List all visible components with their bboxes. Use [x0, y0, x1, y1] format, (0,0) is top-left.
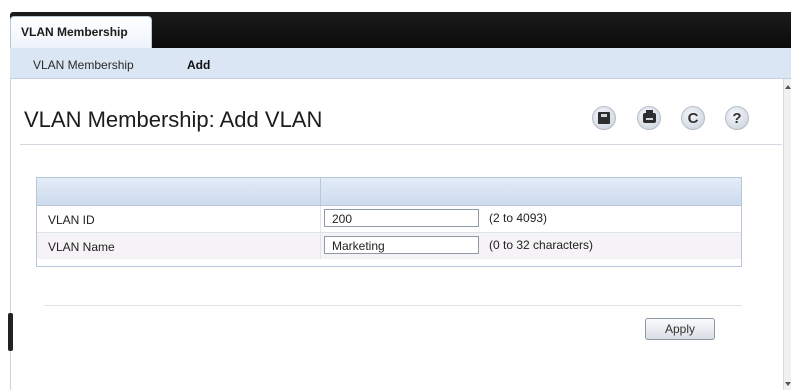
sub-navigation: VLAN Membership Add	[10, 48, 791, 79]
panel-resize-handle[interactable]	[8, 313, 13, 351]
save-icon	[598, 112, 610, 124]
scroll-down-icon[interactable]	[785, 382, 791, 386]
subnav-item-vlan-membership[interactable]: VLAN Membership	[33, 58, 134, 72]
refresh-icon: C	[687, 109, 699, 127]
vertical-scrollbar[interactable]	[783, 79, 791, 390]
print-button[interactable]	[637, 106, 661, 130]
vlan-id-range-hint: (2 to 4093)	[489, 211, 548, 225]
page-title: VLAN Membership: Add VLAN	[24, 107, 323, 132]
form-footer-divider	[44, 305, 742, 306]
vlan-id-label: VLAN ID	[48, 213, 95, 227]
vlan-form-table: VLAN ID (2 to 4093) VLAN Name (0 to 32 c…	[36, 177, 742, 267]
window-top-strip	[0, 0, 791, 12]
vlan-name-length-hint: (0 to 32 characters)	[489, 238, 594, 252]
help-button[interactable]: ?	[725, 106, 749, 130]
table-header	[37, 178, 741, 206]
tab-vlan-membership[interactable]: VLAN Membership	[10, 16, 152, 48]
vlan-name-input[interactable]	[324, 236, 479, 254]
header-divider	[320, 178, 321, 205]
print-icon	[642, 110, 656, 123]
apply-button[interactable]: Apply	[645, 318, 715, 340]
save-button[interactable]	[592, 106, 616, 130]
scroll-up-icon[interactable]	[785, 85, 791, 89]
column-divider	[320, 206, 321, 232]
refresh-button[interactable]: C	[681, 106, 705, 130]
table-row-vlan-id: VLAN ID (2 to 4093)	[37, 206, 741, 233]
column-divider	[320, 233, 321, 259]
subnav-item-add[interactable]: Add	[187, 58, 210, 72]
table-row-vlan-name: VLAN Name (0 to 32 characters)	[37, 233, 741, 259]
title-divider	[20, 144, 782, 145]
vlan-id-input[interactable]	[324, 209, 479, 227]
help-icon: ?	[732, 109, 742, 127]
vlan-name-label: VLAN Name	[48, 240, 115, 254]
